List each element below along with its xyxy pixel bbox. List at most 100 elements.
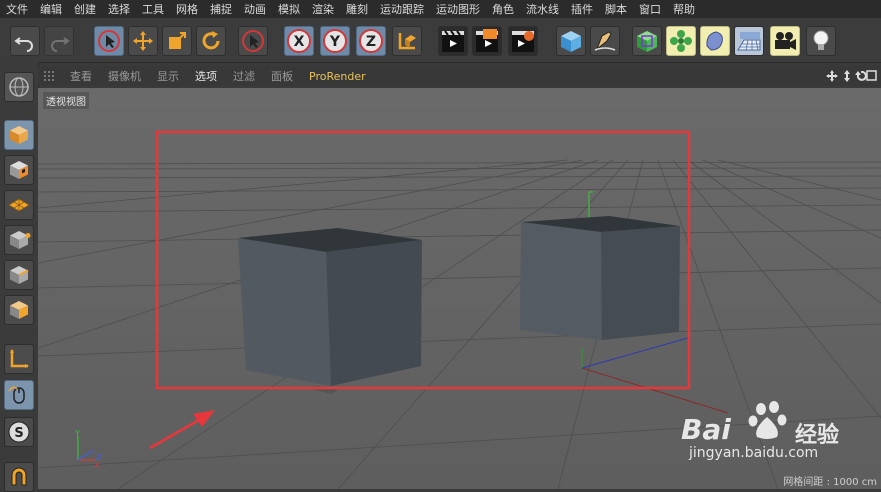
- baidu-jingyan-watermark: Bai 经验 jingyan.baidu.com: [681, 395, 861, 465]
- z-axis-icon: Z: [359, 29, 383, 53]
- point-mode-button[interactable]: [4, 225, 34, 255]
- workplane-icon: [8, 198, 30, 212]
- model-mode-button[interactable]: [4, 120, 34, 150]
- menu-item[interactable]: 脚本: [599, 1, 633, 17]
- menu-item[interactable]: 动画: [238, 1, 272, 17]
- orbit-icon: [855, 70, 867, 81]
- menu-item[interactable]: 运动跟踪: [374, 1, 430, 17]
- x-axis-icon: X: [287, 29, 311, 53]
- select-button[interactable]: [238, 26, 268, 56]
- subdivision-icon: [637, 31, 657, 52]
- move-button[interactable]: [128, 26, 158, 56]
- edge-mode-button[interactable]: [4, 260, 34, 290]
- y-axis-label: Y: [329, 34, 341, 50]
- render-settings-button[interactable]: [508, 26, 538, 56]
- menu-item[interactable]: 角色: [486, 1, 520, 17]
- cube-left[interactable]: [238, 228, 422, 394]
- coordinate-system-button[interactable]: [392, 26, 422, 56]
- viewport-menu-bar: 查看 摄像机 显示 选项 过滤 面板 ProRender: [38, 66, 881, 86]
- menu-item[interactable]: 模拟: [272, 1, 306, 17]
- globe-icon: [9, 77, 29, 97]
- camera-button[interactable]: [770, 26, 800, 56]
- pan-icon: [826, 70, 838, 82]
- mouse-icon: [8, 386, 25, 404]
- menu-item[interactable]: 编辑: [34, 1, 68, 17]
- menu-item[interactable]: 网格: [170, 1, 204, 17]
- cube-icon: [561, 31, 581, 52]
- model-cube-icon: [10, 126, 28, 144]
- z-axis-button[interactable]: Z: [356, 26, 386, 56]
- pen-button[interactable]: [590, 26, 620, 56]
- deformer-button[interactable]: [700, 26, 730, 56]
- x-axis-button[interactable]: X: [284, 26, 314, 56]
- menu-item[interactable]: 插件: [565, 1, 599, 17]
- redo-icon: [51, 37, 70, 52]
- menu-item[interactable]: 帮助: [667, 1, 701, 17]
- y-axis-button[interactable]: Y: [320, 26, 350, 56]
- menu-item[interactable]: 创建: [68, 1, 102, 17]
- baidu-brand-text: Bai: [681, 413, 731, 446]
- menu-item[interactable]: 雕刻: [340, 1, 374, 17]
- viewport-menu-panel[interactable]: 面板: [263, 68, 301, 84]
- menu-item[interactable]: 捕捉: [204, 1, 238, 17]
- maximize-icon: [866, 70, 877, 81]
- checker-cube-icon: [10, 161, 28, 179]
- menu-item[interactable]: 选择: [102, 1, 136, 17]
- menu-item[interactable]: 窗口: [633, 1, 667, 17]
- perspective-viewport[interactable]: Y Z X 透视视图 网格间距 : 1000 cm Bai 经验 jingyan…: [38, 88, 881, 489]
- move-icon: [133, 31, 153, 51]
- cloner-icon: [670, 30, 692, 52]
- redo-button[interactable]: [44, 26, 74, 56]
- render-to-picture-viewer-button[interactable]: [472, 26, 502, 56]
- grip-icon: [44, 71, 54, 81]
- rotate-button[interactable]: [196, 26, 226, 56]
- polygon-mode-button[interactable]: [4, 295, 34, 325]
- viewport-menu-cameras[interactable]: 摄像机: [100, 68, 149, 84]
- axis-icon: [10, 349, 29, 368]
- menu-item[interactable]: 运动图形: [430, 1, 486, 17]
- z-axis-label: Z: [366, 34, 376, 50]
- workplane-mode-button[interactable]: [4, 190, 34, 220]
- coordinate-system-icon: [398, 33, 416, 50]
- viewport-navigation-icons[interactable]: [825, 69, 877, 83]
- live-select-button[interactable]: [94, 26, 124, 56]
- world-y-label: Y: [74, 429, 80, 438]
- viewport-title: 透视视图: [43, 92, 89, 109]
- cube-button[interactable]: [556, 26, 586, 56]
- floor-icon: [737, 32, 761, 51]
- axis-mode-button[interactable]: [4, 344, 34, 374]
- viewport-menu-display[interactable]: 显示: [149, 68, 187, 84]
- tweak-mode-button[interactable]: [4, 380, 34, 410]
- floor-button[interactable]: [734, 26, 764, 56]
- magnet-button[interactable]: [4, 462, 34, 492]
- deformer-icon: [706, 31, 723, 51]
- viewport-menu-prorender[interactable]: ProRender: [301, 70, 374, 83]
- menu-item[interactable]: 流水线: [520, 1, 565, 17]
- scale-button[interactable]: [162, 26, 192, 56]
- subdivision-button[interactable]: [632, 26, 662, 56]
- menu-item[interactable]: 渲染: [306, 1, 340, 17]
- left-tool-palette: S: [0, 62, 39, 492]
- viewport-menu-options[interactable]: 选项: [187, 68, 225, 84]
- scale-icon: [169, 32, 186, 49]
- undo-button[interactable]: [10, 26, 40, 56]
- render-view-button[interactable]: [438, 26, 468, 56]
- texture-mode-button[interactable]: [4, 155, 34, 185]
- menu-item[interactable]: 工具: [136, 1, 170, 17]
- select-icon: [242, 30, 264, 52]
- svg-text:S: S: [14, 426, 23, 441]
- render-settings-icon: [512, 31, 534, 52]
- light-button[interactable]: [806, 26, 836, 56]
- view-sphere-button[interactable]: [4, 72, 34, 102]
- edge-cube-icon: [10, 266, 29, 284]
- undo-icon: [14, 37, 33, 52]
- pen-icon: [594, 31, 616, 51]
- polygon-cube-icon: [10, 301, 28, 319]
- viewport-menu-view[interactable]: 查看: [62, 68, 100, 84]
- cloner-button[interactable]: [666, 26, 696, 56]
- cube-right[interactable]: [520, 216, 680, 340]
- viewport-menu-filter[interactable]: 过滤: [225, 68, 263, 84]
- menu-item[interactable]: 文件: [0, 1, 34, 17]
- camera-icon: [775, 32, 796, 50]
- snap-button[interactable]: S: [4, 417, 34, 447]
